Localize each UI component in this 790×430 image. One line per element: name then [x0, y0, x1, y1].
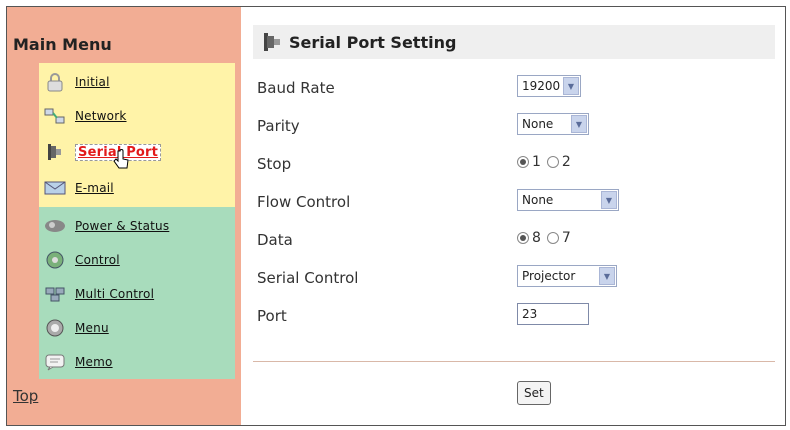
baud-rate-value: 19200	[522, 79, 561, 93]
data-radio-7[interactable]: 7	[546, 230, 571, 246]
set-button[interactable]: Set	[517, 381, 551, 405]
sidebar-item-power-status[interactable]: Power & Status	[43, 211, 169, 241]
baud-rate-select[interactable]: 19200 ▼	[517, 75, 581, 97]
serial-control-row: Serial Control Projector ▼	[253, 261, 775, 297]
main-menu-title: Main Menu	[13, 35, 112, 54]
lock-icon	[43, 72, 67, 92]
control-icon	[43, 250, 67, 270]
flow-control-value: None	[522, 193, 554, 207]
menu-group-advanced: Power & Status Control Multi Control Men…	[39, 207, 235, 379]
baud-rate-label: Baud Rate	[257, 79, 335, 97]
sidebar-item-control[interactable]: Control	[43, 245, 120, 275]
stop-radio-group: 1 2	[517, 151, 577, 173]
radio-unselected-icon[interactable]	[546, 156, 559, 168]
stop-radio-1[interactable]: 1	[517, 154, 541, 170]
radio-selected-icon[interactable]	[517, 232, 529, 244]
stop-radio-2[interactable]: 2	[546, 154, 571, 170]
serial-control-label: Serial Control	[257, 269, 359, 287]
sidebar-item-multi-control[interactable]: Multi Control	[43, 279, 154, 309]
sidebar-item-label[interactable]: Menu	[75, 321, 109, 335]
port-row: Port 23	[253, 299, 775, 335]
chevron-down-icon[interactable]: ▼	[571, 115, 587, 133]
page-title: Serial Port Setting	[289, 32, 457, 52]
port-input[interactable]: 23	[517, 303, 589, 325]
data-option-label: 7	[561, 230, 571, 246]
parity-row: Parity None ▼	[253, 109, 775, 145]
baud-rate-row: Baud Rate 19200 ▼	[253, 71, 775, 107]
page-header: Serial Port Setting	[253, 25, 775, 59]
page-frame: Main Menu Initial Network Serial Port E-…	[6, 6, 786, 426]
stop-row: Stop 1 2	[253, 147, 775, 183]
stop-option-label: 1	[532, 154, 541, 170]
parity-label: Parity	[257, 117, 300, 135]
sidebar-item-label[interactable]: Initial	[75, 75, 110, 89]
chevron-down-icon[interactable]: ▼	[601, 191, 617, 209]
sidebar-item-menu[interactable]: Menu	[43, 313, 109, 343]
memo-icon	[43, 352, 67, 372]
chevron-down-icon[interactable]: ▼	[563, 77, 579, 95]
data-option-label: 8	[532, 230, 541, 246]
menu-group-basic: Initial Network Serial Port E-mail	[39, 63, 235, 207]
parity-value: None	[522, 117, 554, 131]
serial-port-icon	[261, 31, 283, 53]
flow-control-row: Flow Control None ▼	[253, 185, 775, 221]
data-radio-8[interactable]: 8	[517, 230, 541, 246]
top-link[interactable]: Top	[13, 387, 38, 405]
sidebar-item-network[interactable]: Network	[43, 101, 127, 131]
menu-icon	[43, 318, 67, 338]
email-icon	[43, 178, 67, 198]
sidebar-item-label[interactable]: Multi Control	[75, 287, 154, 301]
flow-control-label: Flow Control	[257, 193, 351, 211]
parity-select[interactable]: None ▼	[517, 113, 589, 135]
data-radio-group: 8 7	[517, 227, 577, 249]
chevron-down-icon[interactable]: ▼	[599, 267, 615, 285]
port-value: 23	[522, 307, 538, 321]
data-row: Data 8 7	[253, 223, 775, 259]
serial-control-value: Projector	[522, 269, 576, 283]
sidebar-item-email[interactable]: E-mail	[43, 173, 114, 203]
sidebar-item-initial[interactable]: Initial	[43, 67, 110, 97]
hand-cursor-icon	[113, 149, 129, 172]
data-label: Data	[257, 231, 293, 249]
radio-selected-icon[interactable]	[517, 156, 529, 168]
sidebar-item-label[interactable]: Memo	[75, 355, 113, 369]
sidebar: Main Menu Initial Network Serial Port E-…	[7, 7, 241, 425]
sidebar-item-memo[interactable]: Memo	[43, 347, 113, 377]
sidebar-item-label[interactable]: Network	[75, 109, 127, 123]
network-icon	[43, 106, 67, 126]
sidebar-item-label[interactable]: Power & Status	[75, 219, 169, 233]
sidebar-item-serial-port[interactable]: Serial Port	[43, 137, 162, 169]
stop-option-label: 2	[561, 154, 571, 170]
serial-port-icon	[43, 142, 67, 162]
stop-label: Stop	[257, 155, 292, 173]
section-divider	[253, 361, 775, 362]
sidebar-item-label[interactable]: Control	[75, 253, 120, 267]
radio-unselected-icon[interactable]	[546, 232, 559, 244]
serial-control-select[interactable]: Projector ▼	[517, 265, 617, 287]
flow-control-select[interactable]: None ▼	[517, 189, 619, 211]
power-icon	[43, 216, 67, 236]
sidebar-item-label[interactable]: E-mail	[75, 181, 114, 195]
multi-control-icon	[43, 284, 67, 304]
port-label: Port	[257, 307, 287, 325]
